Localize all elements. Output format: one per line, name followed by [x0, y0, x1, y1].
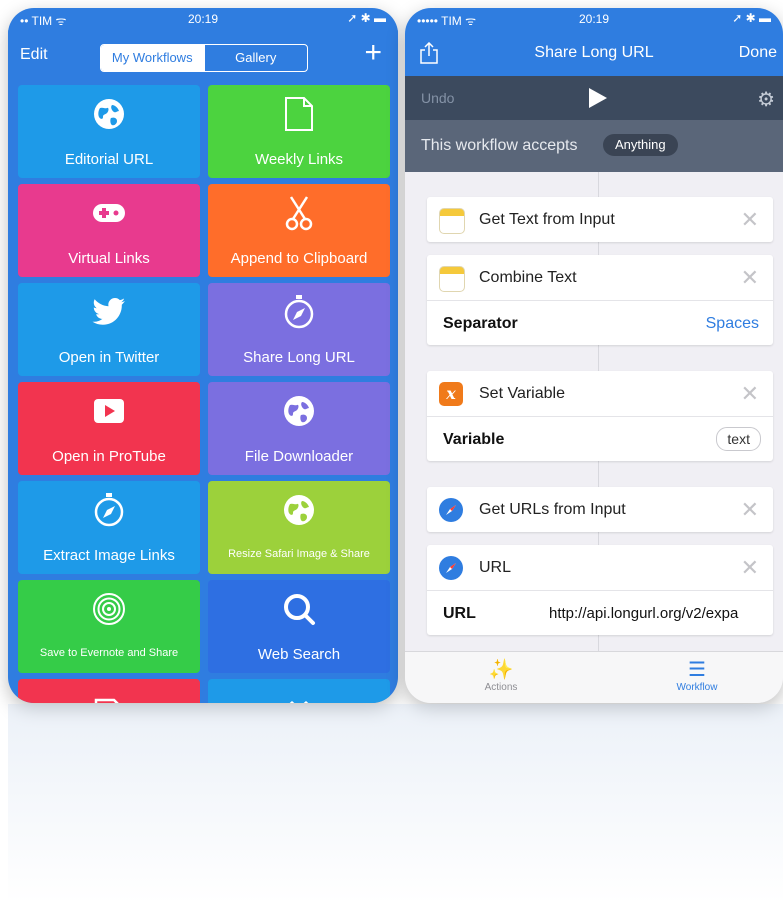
undo-button[interactable]: Undo: [421, 90, 454, 106]
close-icon[interactable]: ✕: [741, 497, 759, 523]
tile-label: Append to Clipboard: [230, 250, 368, 267]
globe-icon: [208, 392, 390, 430]
tile-label: Editorial URL: [64, 151, 154, 168]
action-card[interactable]: Get URLs from Input ✕: [427, 487, 773, 532]
compass-icon: [208, 293, 390, 331]
action-card[interactable]: x Set Variable ✕ Variable text: [427, 371, 773, 461]
status-bar: ••••• TIM ᯤ 20:19 ➚ ✱ ▬: [405, 8, 783, 30]
twitter-bird-icon: [18, 293, 200, 331]
accepts-type-pill[interactable]: Anything: [603, 134, 678, 156]
accepts-bar: This workflow accepts Anything: [405, 120, 783, 172]
param-label: Variable: [443, 431, 505, 448]
tab-bar: ✨ Actions ☰ Workflow: [405, 651, 783, 703]
segmented-control: My Workflows Gallery: [100, 44, 308, 72]
action-title: Combine Text: [479, 269, 577, 286]
workflow-tile[interactable]: Save to Evernote and Share: [18, 580, 200, 673]
tab-gallery[interactable]: Gallery: [203, 45, 308, 71]
safari-icon: [439, 498, 463, 522]
workflows-screen: •• TIM ᯤ 20:19 ➚ ✱ ▬ Edit My Workflows G…: [8, 8, 398, 703]
navigation-bar: Edit My Workflows Gallery +: [8, 30, 398, 80]
list-icon: ☰: [688, 659, 706, 681]
close-icon[interactable]: ✕: [741, 207, 759, 233]
clock-label: 20:19: [578, 12, 610, 26]
workflow-tile[interactable]: Share Long URL: [208, 283, 390, 376]
tile-label: Virtual Links: [68, 250, 150, 267]
status-icons: ➚ ✱ ▬: [347, 11, 386, 25]
run-toolbar: Undo ⚙: [405, 76, 783, 120]
separator-value[interactable]: Spaces: [706, 315, 759, 333]
tile-label: Save to Evernote and Share: [39, 647, 179, 659]
accepts-label: This workflow accepts: [421, 137, 578, 154]
edit-button[interactable]: Edit: [20, 46, 48, 64]
globe-icon: [208, 491, 390, 529]
tab-my-workflows[interactable]: My Workflows: [101, 45, 204, 71]
tile-label: Share Long URL: [243, 349, 355, 366]
action-list: Get Text from Input ✕ Combine Text ✕ Sep…: [405, 172, 783, 652]
workflow-title: Share Long URL: [534, 44, 654, 61]
done-button[interactable]: Done: [739, 44, 777, 62]
tab-label: Actions: [484, 682, 518, 693]
tag-icon: [18, 689, 200, 703]
safari-icon: [439, 556, 463, 580]
clock-label: 20:19: [187, 12, 219, 26]
action-card[interactable]: URL ✕ URL http://api.longurl.org/v2/expa: [427, 545, 773, 635]
workflow-tile[interactable]: Open in Twitter: [18, 283, 200, 376]
status-bar: •• TIM ᯤ 20:19 ➚ ✱ ▬: [8, 8, 398, 30]
variable-token[interactable]: text: [716, 427, 761, 451]
tab-label: Workflow: [676, 682, 718, 693]
status-icons: ➚ ✱ ▬: [732, 11, 771, 25]
close-icon[interactable]: ✕: [741, 555, 759, 581]
workflow-tile[interactable]: [18, 679, 200, 703]
gear-icon[interactable]: ⚙: [757, 87, 775, 112]
action-title: Get Text from Input: [479, 211, 615, 228]
workflow-editor-screen: ••••• TIM ᯤ 20:19 ➚ ✱ ▬ Share Long URL D…: [405, 8, 783, 703]
tile-label: File Downloader: [244, 448, 354, 465]
workflow-tile[interactable]: Extract Image Links: [18, 481, 200, 574]
variable-icon: x: [439, 382, 463, 406]
param-label: Separator: [443, 315, 518, 332]
close-icon[interactable]: ✕: [741, 265, 759, 291]
document-icon: [208, 95, 390, 133]
tab-actions[interactable]: ✨ Actions: [441, 658, 561, 693]
workflow-tile[interactable]: Web Search: [208, 580, 390, 673]
add-workflow-button[interactable]: +: [364, 36, 382, 70]
workflow-tile[interactable]: Append to Clipboard: [208, 184, 390, 277]
tile-label: Open in ProTube: [52, 448, 166, 465]
tab-workflow[interactable]: ☰ Workflow: [637, 658, 757, 693]
action-title: Set Variable: [479, 385, 565, 402]
notes-icon: [439, 208, 465, 234]
scissors-icon: [208, 194, 390, 232]
action-title: URL: [479, 559, 512, 576]
target-icon: [18, 590, 200, 628]
workflow-tile[interactable]: Open in ProTube: [18, 382, 200, 475]
tile-label: Resize Safari Image & Share: [228, 548, 370, 560]
close-icon[interactable]: ✕: [741, 381, 759, 407]
workflow-tile[interactable]: Virtual Links: [18, 184, 200, 277]
play-icon[interactable]: [589, 88, 607, 108]
tile-label: Extract Image Links: [43, 547, 175, 564]
globe-icon: [18, 95, 200, 133]
navigation-bar: Share Long URL Done: [405, 30, 783, 76]
tile-label: Weekly Links: [254, 151, 344, 168]
reflection: [8, 704, 783, 903]
compass-icon: [18, 491, 200, 529]
shapes-icon: [208, 689, 390, 703]
workflow-tile[interactable]: Resize Safari Image & Share: [208, 481, 390, 574]
workflow-tile[interactable]: Weekly Links: [208, 85, 390, 178]
tile-label: Open in Twitter: [58, 349, 160, 366]
magnifier-icon: [208, 590, 390, 628]
magic-wand-icon: ✨: [488, 659, 514, 681]
notes-icon: [439, 266, 465, 292]
play-box-icon: [18, 392, 200, 430]
workflow-tile[interactable]: Editorial URL: [18, 85, 200, 178]
workflow-tile[interactable]: [208, 679, 390, 703]
gamepad-icon: [18, 194, 200, 232]
action-card[interactable]: Combine Text ✕ Separator Spaces: [427, 255, 773, 345]
param-label: URL: [443, 605, 476, 622]
action-card[interactable]: Get Text from Input ✕: [427, 197, 773, 242]
workflow-tile[interactable]: File Downloader: [208, 382, 390, 475]
tile-label: Web Search: [257, 646, 341, 663]
url-field[interactable]: http://api.longurl.org/v2/expa: [549, 605, 738, 622]
action-title: Get URLs from Input: [479, 501, 626, 518]
